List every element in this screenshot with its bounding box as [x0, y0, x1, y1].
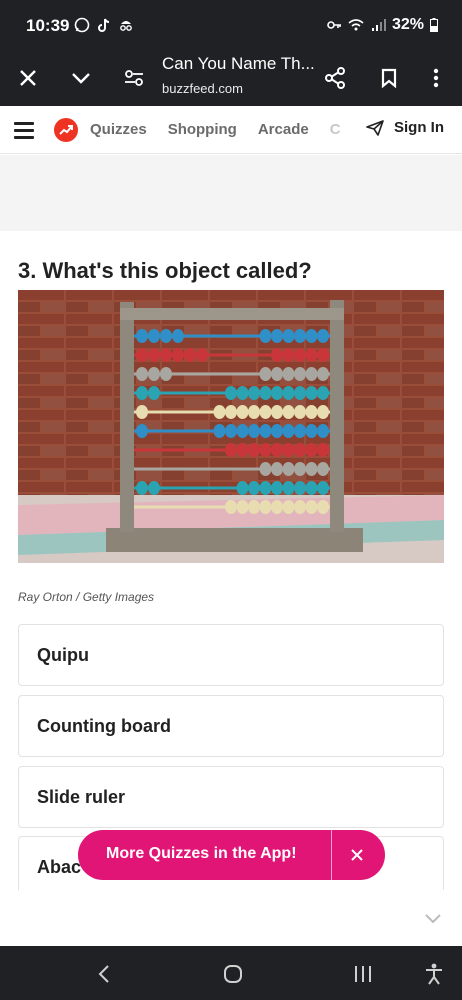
share-button[interactable]: [317, 60, 353, 96]
ad-placeholder: [0, 155, 462, 231]
bottom-fade: [0, 890, 462, 946]
close-icon: [351, 849, 363, 861]
menu-icon-bar: [14, 136, 34, 139]
key-icon: [327, 21, 341, 29]
accessibility-icon: [426, 963, 442, 985]
status-time: 10:39: [26, 16, 70, 35]
buzzfeed-logo[interactable]: [54, 118, 78, 142]
answer-label: Abac: [37, 857, 82, 877]
tune-icon: [125, 70, 143, 86]
close-tab-button[interactable]: [10, 60, 46, 96]
status-bar: 10:39 32%: [0, 0, 462, 50]
kebab-menu-icon: [433, 68, 439, 88]
answer-option-2[interactable]: Counting board: [18, 695, 444, 757]
image-credit: Ray Orton / Getty Images: [18, 590, 155, 604]
signal-icon: [371, 19, 386, 31]
back-button[interactable]: [92, 962, 116, 986]
dismiss-promo-button[interactable]: [344, 842, 370, 868]
answer-label: Slide ruler: [37, 787, 126, 807]
site-nav: Quizzes Shopping Arcade C Sign In: [0, 106, 462, 154]
recents-button[interactable]: [351, 962, 375, 986]
nav-link-arcade[interactable]: Arcade: [258, 121, 309, 138]
nav-link-quizzes[interactable]: Quizzes: [90, 121, 147, 138]
nav-links: Quizzes Shopping Arcade C: [90, 121, 341, 138]
sign-in-label: Sign In: [394, 119, 444, 136]
battery-percent: 32%: [391, 16, 424, 33]
cta-divider: [331, 830, 332, 880]
incognito-icon: [120, 21, 132, 31]
system-icons: 32%: [326, 16, 438, 34]
close-icon: [20, 70, 36, 86]
recents-icon: [355, 966, 371, 982]
nav-link-truncated[interactable]: C: [330, 121, 341, 138]
sign-in-button[interactable]: Sign In: [366, 119, 444, 136]
share-icon: [325, 67, 345, 89]
answer-option-1[interactable]: Quipu: [18, 624, 444, 686]
bookmark-icon: [381, 68, 397, 88]
paper-plane-icon: [366, 119, 384, 136]
menu-icon-bar: [14, 122, 34, 125]
home-button[interactable]: [221, 962, 245, 986]
back-chevron-icon: [98, 965, 109, 983]
tiktok-icon: [98, 18, 110, 32]
browser-toolbar: Can You Name Th... buzzfeed.com: [0, 50, 462, 106]
abacus-image: [18, 290, 444, 563]
abacus-photo[interactable]: [18, 290, 444, 563]
app-promo-label: More Quizzes in the App!: [106, 845, 297, 862]
wifi-icon: [348, 19, 364, 31]
answer-label: Quipu: [37, 645, 89, 665]
chevron-down-icon: [425, 914, 441, 924]
scroll-down-button[interactable]: [424, 912, 442, 930]
minimize-button[interactable]: [63, 60, 99, 96]
site-settings-button[interactable]: [116, 60, 152, 96]
tab-title: Can You Name Th...: [162, 54, 315, 73]
tab-url[interactable]: buzzfeed.com: [162, 81, 243, 96]
home-icon: [224, 965, 242, 983]
notification-icons: [74, 17, 134, 33]
bookmark-button[interactable]: [371, 60, 407, 96]
menu-icon-bar: [14, 129, 34, 132]
more-options-button[interactable]: [418, 60, 454, 96]
answer-label: Counting board: [37, 716, 171, 736]
chevron-down-icon: [72, 73, 90, 84]
question-title: 3. What's this object called?: [18, 258, 312, 283]
accessibility-button[interactable]: [422, 962, 446, 986]
whatsapp-icon: [74, 17, 90, 33]
nav-link-shopping[interactable]: Shopping: [168, 121, 237, 138]
answer-option-3[interactable]: Slide ruler: [18, 766, 444, 828]
battery-icon: [430, 18, 438, 32]
trending-arrow-icon: [59, 125, 73, 135]
menu-button[interactable]: [14, 122, 34, 139]
app-promo-banner[interactable]: More Quizzes in the App!: [78, 830, 385, 880]
system-nav-bar: [0, 946, 462, 1000]
